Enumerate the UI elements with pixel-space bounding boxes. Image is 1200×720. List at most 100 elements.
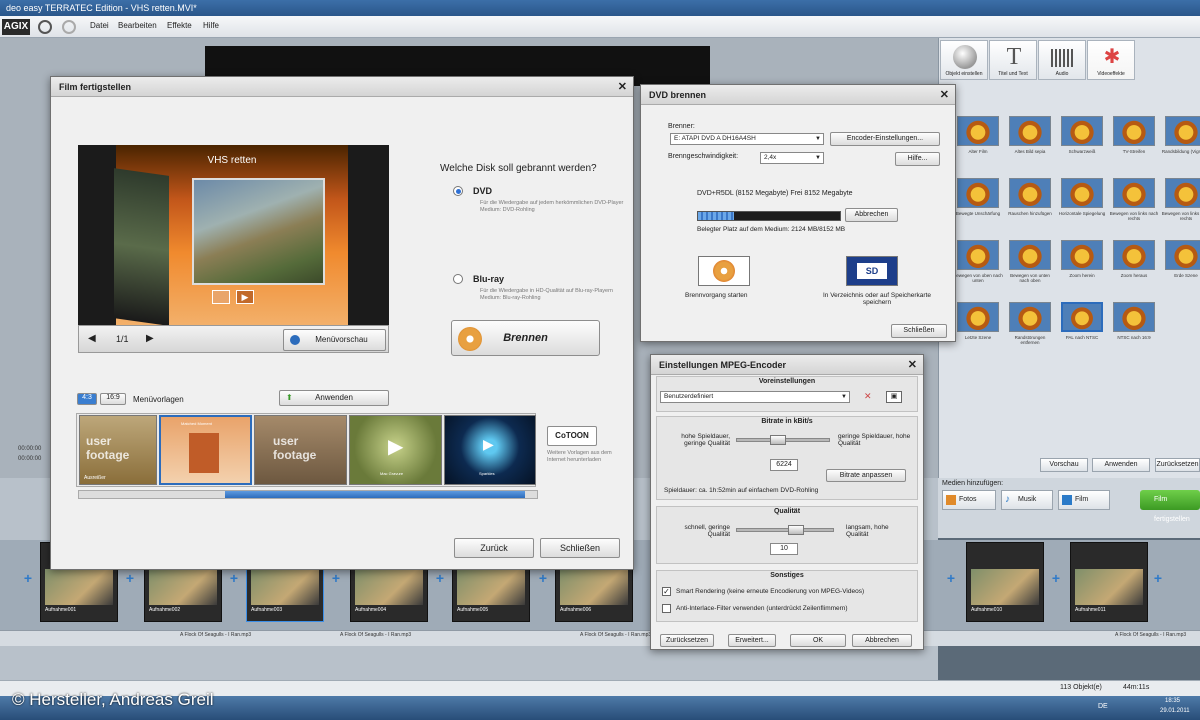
ok-button[interactable]: OK [790, 634, 846, 647]
effect-thumb[interactable] [1165, 178, 1200, 208]
tab-objekt-einstellen[interactable]: Objekt einstellen [940, 40, 988, 80]
close-button[interactable]: Schließen [540, 538, 620, 558]
template-thumb-2[interactable]: Matched Moment [159, 415, 252, 485]
close-dvd-button[interactable]: Schließen [891, 324, 947, 338]
aspect-16-9-toggle[interactable]: 16:9 [100, 393, 126, 405]
bluray-radio[interactable] [453, 274, 463, 284]
preview-button[interactable]: Vorschau [1040, 458, 1088, 472]
speed-select[interactable]: 2,4x [760, 152, 824, 164]
template-thumb-3[interactable]: user footage [254, 415, 347, 485]
preset-select[interactable]: Benutzerdefiniert [660, 391, 850, 403]
burner-select[interactable]: E: ATAPI DVD A DH16A4SH [670, 133, 824, 145]
menu-hilfe[interactable]: Hilfe [203, 21, 219, 30]
apply-effect-button[interactable]: Anwenden [1092, 458, 1150, 472]
effect-thumb[interactable] [1061, 240, 1103, 270]
save-to-folder-icon[interactable]: SD [846, 256, 898, 286]
close-icon[interactable]: ✕ [940, 85, 949, 105]
start-burn-icon[interactable] [698, 256, 750, 286]
undo-icon[interactable] [38, 20, 52, 34]
aspect-4-3-toggle[interactable]: 4:3 [77, 393, 97, 405]
back-button[interactable]: Zurück [454, 538, 534, 558]
effect-thumb[interactable] [1009, 240, 1051, 270]
close-icon[interactable]: ✕ [618, 77, 627, 97]
add-transition-icon[interactable]: + [228, 571, 240, 585]
add-transition-icon[interactable]: + [22, 571, 34, 585]
app-title-bar: deo easy TERRATEC Edition - VHS retten.M… [0, 0, 1200, 16]
prev-page-icon[interactable]: ◀ [88, 333, 96, 344]
effect-thumb[interactable] [1061, 178, 1103, 208]
menu-preview-button[interactable]: Menüvorschau [283, 329, 386, 351]
effect-thumb[interactable] [1165, 240, 1200, 270]
help-button[interactable]: Hilfe... [895, 152, 940, 166]
menu-bearbeiten[interactable]: Bearbeiten [118, 21, 157, 30]
template-thumb-4[interactable]: ▶ Mac Gravure [349, 415, 442, 485]
disc-icon [458, 327, 482, 351]
smart-render-checkbox[interactable]: ✓ [662, 587, 671, 596]
effect-thumb[interactable] [1061, 116, 1103, 146]
anti-interlace-checkbox[interactable] [662, 604, 671, 613]
tab-audio[interactable]: Audio [1038, 40, 1086, 80]
tab-titel-text[interactable]: T Titel und Text [989, 40, 1037, 80]
add-photos-button[interactable]: Fotos [942, 490, 996, 510]
effect-thumb[interactable] [1113, 240, 1155, 270]
redo-icon[interactable] [62, 20, 76, 34]
effect-thumb[interactable] [1113, 178, 1155, 208]
effect-thumb[interactable] [957, 302, 999, 332]
dvd-description: Für die Wiedergabe auf jedem herkömmlich… [480, 200, 624, 213]
add-transition-icon[interactable]: + [124, 571, 136, 585]
finish-film-button[interactable]: Film fertigstellen [1140, 490, 1200, 523]
effect-thumb[interactable] [1165, 116, 1200, 146]
bitrate-slider-knob[interactable] [770, 435, 786, 445]
cotoon-button[interactable]: CoTOON [547, 426, 597, 446]
speed-label: Brenngeschwindigkeit: [668, 153, 739, 160]
quality-slider-knob[interactable] [788, 525, 804, 535]
add-transition-icon[interactable]: + [1152, 571, 1164, 585]
burn-button[interactable]: Brennen [451, 320, 600, 356]
add-transition-icon[interactable]: + [434, 571, 446, 585]
dialog-title: Film fertigstellen [59, 82, 132, 92]
effect-thumb[interactable] [1009, 116, 1051, 146]
bitrate-value[interactable]: 6224 [770, 459, 798, 471]
effect-thumb[interactable] [1061, 302, 1103, 332]
add-transition-icon[interactable]: + [537, 571, 549, 585]
menu-main-photo [192, 178, 325, 285]
language-indicator[interactable]: DE [1098, 703, 1108, 710]
effect-thumb[interactable] [1009, 302, 1051, 332]
add-transition-icon[interactable]: + [1050, 571, 1062, 585]
clip-label: Aufnahme003 [251, 607, 283, 613]
dvd-radio[interactable] [453, 186, 463, 196]
effect-thumb[interactable] [1009, 178, 1051, 208]
delete-preset-icon[interactable]: ✕ [864, 391, 872, 402]
play-icon: ▶ [483, 436, 494, 452]
quality-value[interactable]: 10 [770, 543, 798, 555]
timeline-clip[interactable]: Aufnahme010 [966, 542, 1044, 622]
close-icon[interactable]: ✕ [908, 355, 917, 375]
adjust-bitrate-button[interactable]: Bitrate anpassen [826, 469, 906, 482]
effect-thumb[interactable] [957, 116, 999, 146]
add-film-button[interactable]: Film [1058, 490, 1110, 510]
save-preset-icon[interactable]: ▣ [886, 391, 902, 403]
template-thumb-1[interactable]: user footage Ausreißer [79, 415, 157, 485]
add-transition-icon[interactable]: + [945, 571, 957, 585]
encoder-settings-button[interactable]: Encoder-Einstellungen... [830, 132, 940, 146]
reset-effect-button[interactable]: Zurücksetzen [1155, 458, 1200, 472]
reset-encoder-button[interactable]: Zurücksetzen [660, 634, 714, 647]
menu-effekte[interactable]: Effekte [167, 21, 192, 30]
apply-template-button[interactable]: ⬆ Anwenden [279, 390, 389, 406]
next-page-icon[interactable]: ▶ [146, 333, 154, 344]
effect-thumb[interactable] [1113, 116, 1155, 146]
advanced-button[interactable]: Erweitert... [728, 634, 776, 647]
menu-datei[interactable]: Datei [90, 21, 109, 30]
scrollbar-thumb[interactable] [225, 491, 525, 498]
cancel-encoder-button[interactable]: Abbrechen [852, 634, 912, 647]
cancel-burn-button[interactable]: Abbrechen [845, 208, 898, 222]
quality-slider[interactable] [736, 528, 834, 532]
template-thumb-5[interactable]: ▶ Sparkles [444, 415, 536, 485]
add-transition-icon[interactable]: + [330, 571, 342, 585]
tab-videoeffekte[interactable]: ✱ Videoeffekte [1087, 40, 1135, 80]
effect-thumb[interactable] [1113, 302, 1155, 332]
timeline-clip[interactable]: Aufnahme011 [1070, 542, 1148, 622]
effect-thumb[interactable] [957, 178, 999, 208]
add-music-button[interactable]: ♪ Musik [1001, 490, 1053, 510]
effect-thumb[interactable] [957, 240, 999, 270]
